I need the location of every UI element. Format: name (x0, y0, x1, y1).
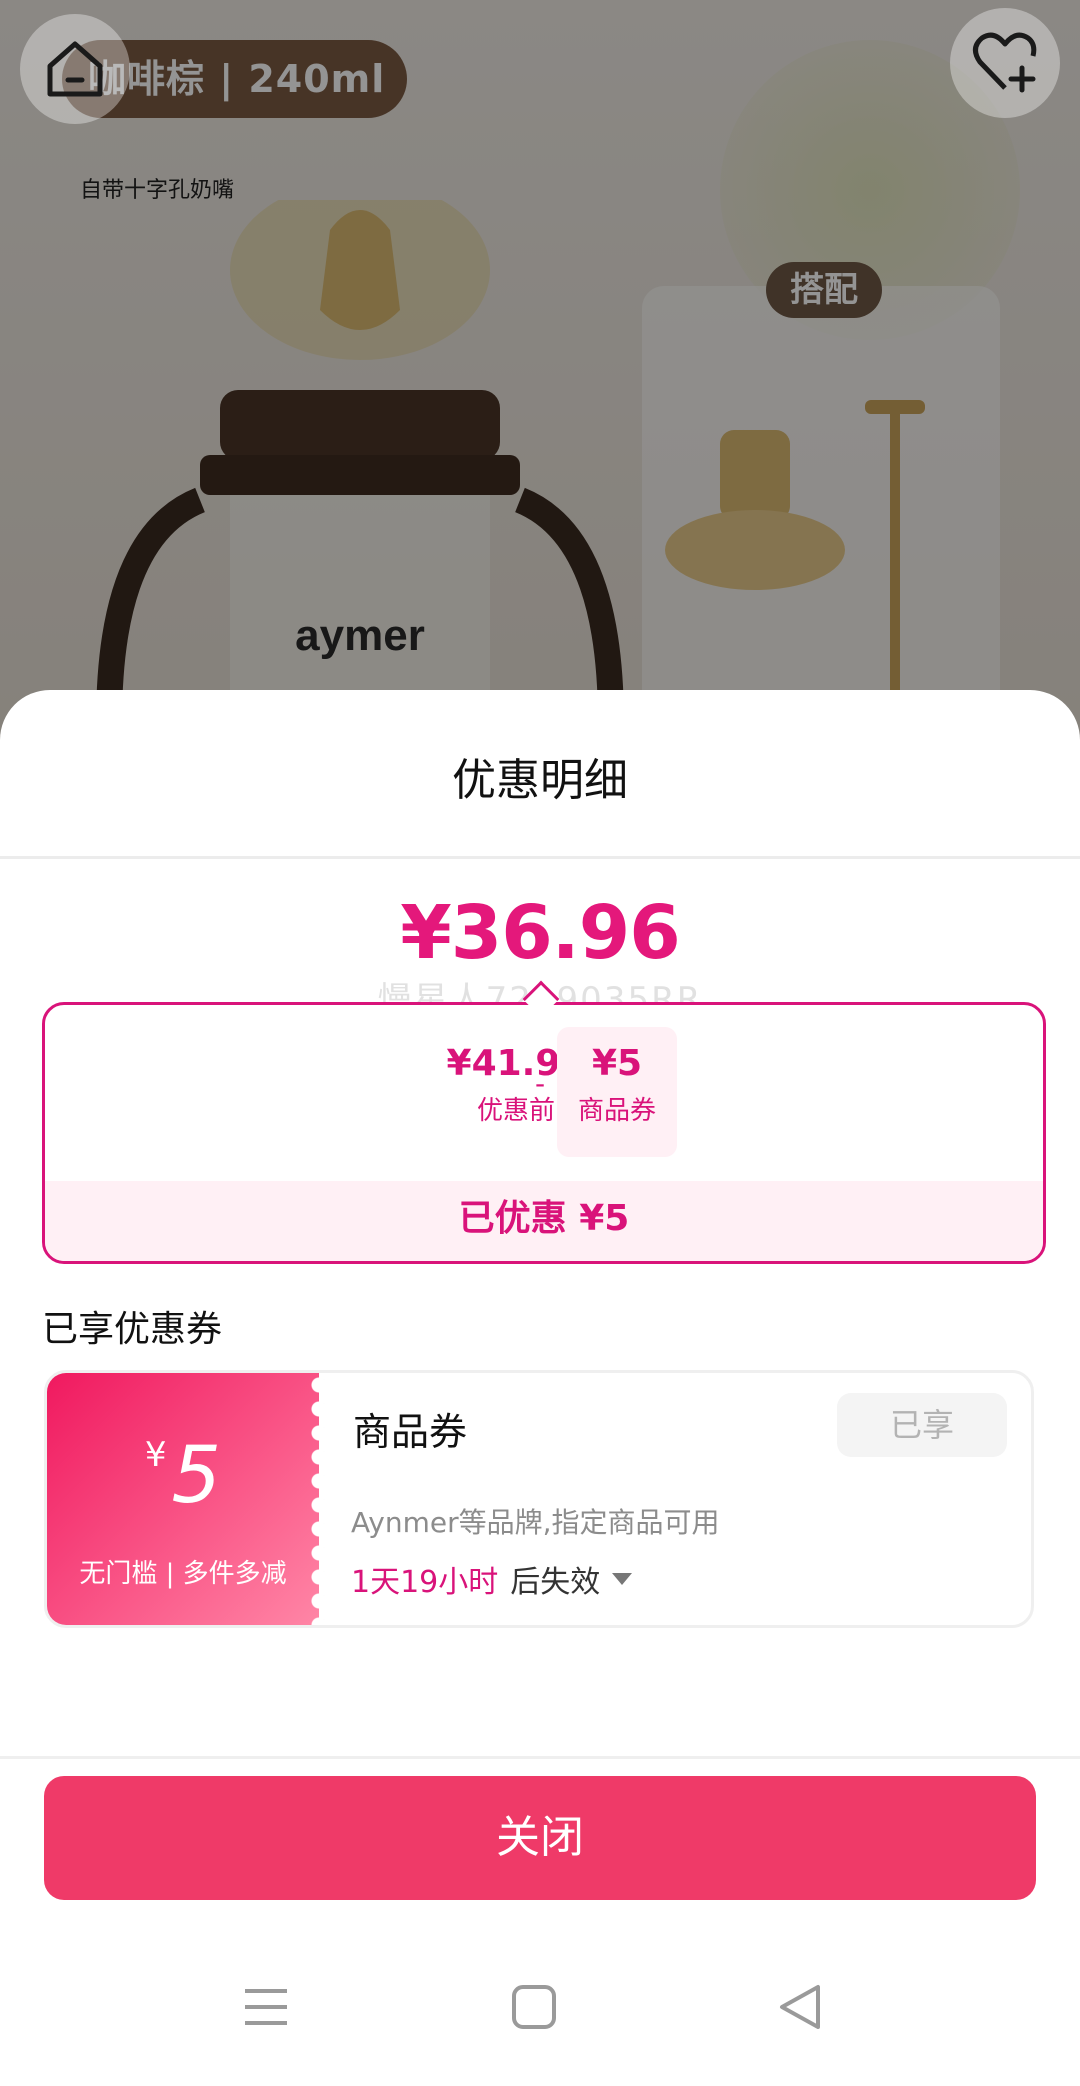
divider (0, 1756, 1080, 1759)
coupon-deduction: ¥5 商品券 (557, 1027, 677, 1157)
coupon-perforation (307, 1373, 331, 1625)
coupon-title: 商品券 (353, 1410, 468, 1454)
system-nav-bar (0, 1950, 1080, 2070)
coupon-deduction-value: ¥5 (591, 1043, 643, 1084)
square-home-icon (512, 1985, 556, 2029)
price-breakdown-box: ¥41.96 优惠前 - ¥5 商品券 已优惠 ¥5 (42, 1002, 1046, 1264)
product-image: 咖啡棕 | 240ml 自带十字孔奶嘴 aymer 搭配 (0, 0, 1080, 760)
favorite-button[interactable] (950, 8, 1060, 118)
coupon-card[interactable]: ¥ 5 无门槛 | 多件多减 商品券 已享 Aynmer等品牌,指定商品可用 1… (44, 1370, 1034, 1628)
coupon-amount-value: 5 (171, 1431, 222, 1521)
coupon-amount: ¥ 5 (47, 1431, 319, 1521)
coupon-expiry-time: 1天19小时 (351, 1565, 499, 1600)
coupon-description: Aynmer等品牌,指定商品可用 (351, 1506, 720, 1539)
final-price: ¥36.96 (400, 890, 681, 976)
coupon-currency: ¥ (144, 1435, 167, 1475)
coupon-expiry-suffix: 后失效 (510, 1565, 601, 1600)
coupon-amount-panel: ¥ 5 无门槛 | 多件多减 (47, 1373, 319, 1625)
coupon-condition: 无门槛 | 多件多减 (79, 1559, 287, 1589)
home-button[interactable] (20, 14, 130, 124)
nav-home-button[interactable] (494, 1972, 574, 2042)
menu-icon (245, 1989, 287, 2025)
saved-amount: 已优惠 ¥5 (45, 1181, 1043, 1261)
coupon-status-badge: 已享 (837, 1393, 1007, 1457)
divider (0, 856, 1080, 859)
discount-detail-sheet: 优惠明细 ¥36.96 慢星人7299035RR ¥41.96 优惠前 - ¥5… (0, 690, 1080, 2086)
close-button[interactable]: 关闭 (44, 1776, 1036, 1900)
overlay-dim[interactable] (0, 0, 1080, 760)
minus-sign: - (535, 1067, 546, 1100)
coupon-deduction-label: 商品券 (577, 1096, 656, 1126)
chevron-down-icon (612, 1573, 633, 1585)
coupon-expiry[interactable]: 1天19小时 后失效 (351, 1557, 633, 1601)
sheet-title: 优惠明细 (452, 755, 628, 806)
menu-button[interactable] (226, 1972, 306, 2042)
heart-plus-icon (973, 32, 1037, 93)
applied-coupons-label: 已享优惠券 (42, 1309, 223, 1350)
home-icon (47, 41, 103, 97)
back-triangle-icon (780, 1985, 820, 2029)
nav-back-button[interactable] (760, 1972, 840, 2042)
